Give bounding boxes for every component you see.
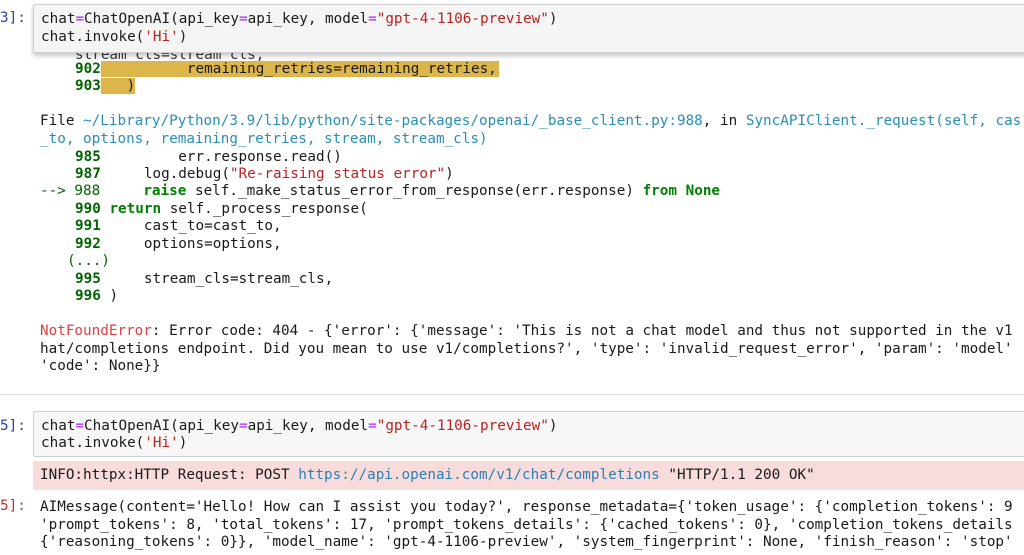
traceback-line-902: 902 remaining_retries=remaining_retries, <box>75 61 499 77</box>
stderr-output: INFO:httpx:HTTP Request: POST https://ap… <box>33 461 1024 490</box>
file-path-link[interactable]: ~/Library/Python/3.9/lib/python/site-pac… <box>83 113 703 129</box>
traceback-line-990: 990 return self._process_response( <box>75 201 368 217</box>
output-line-2: 'prompt_tokens': 8, 'total_tokens': 17, … <box>40 517 1013 533</box>
traceback-line-992: 992 options=options, <box>75 236 282 252</box>
cell-prompt-bottom: 5]: <box>0 418 26 434</box>
traceback-line-987: 987 log.debug("Re-raising status error") <box>75 166 454 182</box>
error-name: NotFoundError <box>40 323 152 339</box>
traceback-ellipsis: (...) <box>67 253 111 269</box>
output-line-3: {'reasoning_tokens': 0}}, 'model_name': … <box>40 534 1013 550</box>
code-cell-bottom[interactable]: chat=ChatOpenAI(api_key=api_key, model="… <box>33 411 1024 457</box>
traceback-line-985: 985 err.response.read() <box>75 149 342 165</box>
code-line-2: chat.invoke('Hi') <box>41 29 188 45</box>
code-cell-top[interactable]: chat=ChatOpenAI(api_key=api_key, model="… <box>33 4 1024 53</box>
cell-divider <box>0 394 1024 395</box>
cell-prompt-top: 3]: <box>0 10 26 26</box>
traceback-line-988: --> 988 raise self._make_status_error_fr… <box>40 183 721 199</box>
traceback-file-line-cont: _to, options, remaining_retries, stream,… <box>40 131 488 147</box>
error-message-line-3: 'code': None}} <box>40 358 161 374</box>
request-url-link[interactable]: https://api.openai.com/v1/chat/completio… <box>298 467 660 483</box>
traceback-line-995: 995 stream_cls=stream_cls, <box>75 271 334 287</box>
output-prompt: 5]: <box>0 498 26 514</box>
traceback-file-line: File ~/Library/Python/3.9/lib/python/sit… <box>40 113 1022 129</box>
error-message-line-2: hat/completions endpoint. Did you mean t… <box>40 341 1013 357</box>
code-line-1: chat=ChatOpenAI(api_key=api_key, model="… <box>41 11 558 27</box>
traceback-line-996: 996 ) <box>75 288 119 304</box>
code-line-1: chat=ChatOpenAI(api_key=api_key, model="… <box>41 418 558 434</box>
info-log-line: INFO:httpx:HTTP Request: POST https://ap… <box>40 467 815 483</box>
error-message-line-1: NotFoundError: Error code: 404 - {'error… <box>40 323 1013 339</box>
code-line-2: chat.invoke('Hi') <box>41 435 188 451</box>
output-line-1: AIMessage(content='Hello! How can I assi… <box>40 499 1013 515</box>
traceback-line-903: 903 ) <box>75 78 136 94</box>
traceback-line-991: 991 cast_to=cast_to, <box>75 218 282 234</box>
